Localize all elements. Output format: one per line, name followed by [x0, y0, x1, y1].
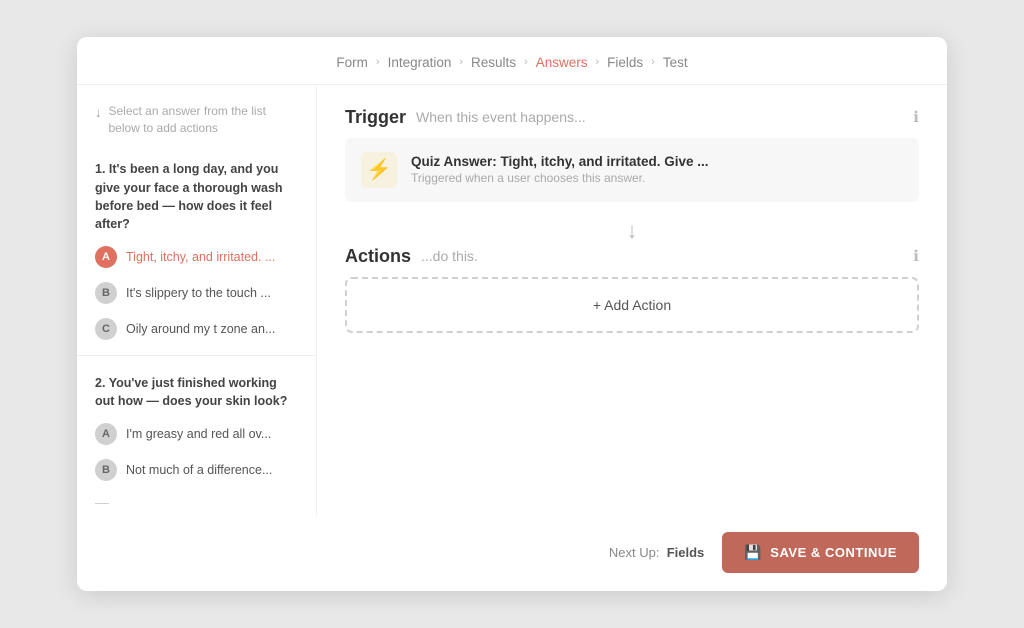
- nav-item-test[interactable]: Test: [663, 55, 688, 70]
- nav-chevron-1: ›: [376, 56, 380, 68]
- option-text-1c: Oily around my t zone an...: [126, 322, 275, 336]
- actions-header: Actions ...do this. ℹ: [345, 246, 919, 267]
- add-action-button[interactable]: + Add Action: [345, 277, 919, 333]
- sidebar-option-2a[interactable]: A I'm greasy and red all ov...: [77, 416, 316, 452]
- trigger-title: Trigger: [345, 107, 406, 128]
- add-action-label: + Add Action: [593, 297, 671, 313]
- sidebar-option-1a[interactable]: A Tight, itchy, and irritated. ...: [77, 239, 316, 275]
- sidebar-more-hint: —: [77, 488, 316, 516]
- option-text-1a: Tight, itchy, and irritated. ...: [126, 250, 275, 264]
- trigger-box: ⚡ Quiz Answer: Tight, itchy, and irritat…: [345, 138, 919, 202]
- save-continue-button[interactable]: 💾 SAVE & CONTINUE: [722, 532, 919, 573]
- option-badge-2a: A: [95, 423, 117, 445]
- sidebar-option-1b[interactable]: B It's slippery to the touch ...: [77, 275, 316, 311]
- bolt-icon: ⚡: [361, 152, 397, 188]
- footer-bar: Next Up: Fields 💾 SAVE & CONTINUE: [77, 516, 947, 591]
- actions-title: Actions: [345, 246, 411, 267]
- next-up-text: Next Up: Fields: [609, 545, 704, 560]
- actions-subtitle: ...do this.: [421, 248, 478, 264]
- arrow-down-icon: ↓: [95, 104, 102, 122]
- option-badge-2b: B: [95, 459, 117, 481]
- sidebar-question-1: 1. It's been a long day, and you give yo…: [77, 150, 316, 239]
- nav-chevron-5: ›: [651, 56, 655, 68]
- trigger-header: Trigger When this event happens... ℹ: [345, 107, 919, 128]
- trigger-box-title: Quiz Answer: Tight, itchy, and irritated…: [411, 154, 709, 169]
- sidebar-option-1c[interactable]: C Oily around my t zone an...: [77, 311, 316, 347]
- actions-info-icon[interactable]: ℹ: [913, 247, 919, 265]
- nav-chevron-4: ›: [595, 56, 599, 68]
- nav-label-form: Form: [336, 55, 368, 70]
- option-text-2a: I'm greasy and red all ov...: [126, 427, 271, 441]
- content-area: ↓ Select an answer from the list below t…: [77, 85, 947, 516]
- nav-item-results[interactable]: Results: [471, 55, 516, 70]
- nav-bar: Form › Integration › Results › Answers ›…: [77, 37, 947, 85]
- next-up-value: Fields: [667, 545, 705, 560]
- sidebar-header-text: Select an answer from the list below to …: [109, 103, 299, 137]
- floppy-icon: 💾: [744, 544, 762, 561]
- sidebar-option-2b[interactable]: B Not much of a difference...: [77, 452, 316, 488]
- nav-chevron-2: ›: [459, 56, 463, 68]
- trigger-info-icon[interactable]: ℹ: [913, 108, 919, 126]
- main-panel: Trigger When this event happens... ℹ ⚡ Q…: [317, 85, 947, 516]
- trigger-box-subtitle: Triggered when a user chooses this answe…: [411, 171, 709, 185]
- nav-label-answers: Answers: [536, 55, 588, 70]
- nav-item-form[interactable]: Form: [336, 55, 368, 70]
- nav-label-results: Results: [471, 55, 516, 70]
- save-button-label: SAVE & CONTINUE: [770, 545, 897, 560]
- nav-label-test: Test: [663, 55, 688, 70]
- option-badge-1b: B: [95, 282, 117, 304]
- nav-item-integration[interactable]: Integration: [388, 55, 452, 70]
- trigger-box-text: Quiz Answer: Tight, itchy, and irritated…: [411, 154, 709, 185]
- option-badge-1a: A: [95, 246, 117, 268]
- sidebar: ↓ Select an answer from the list below t…: [77, 85, 317, 516]
- nav-item-answers[interactable]: Answers: [536, 55, 588, 70]
- sidebar-header: ↓ Select an answer from the list below t…: [77, 103, 316, 151]
- down-arrow-icon: ↓: [345, 220, 919, 242]
- option-text-2b: Not much of a difference...: [126, 463, 272, 477]
- nav-label-integration: Integration: [388, 55, 452, 70]
- next-up-label: Next Up:: [609, 545, 660, 560]
- nav-item-fields[interactable]: Fields: [607, 55, 643, 70]
- nav-label-fields: Fields: [607, 55, 643, 70]
- sidebar-question-2: 2. You've just finished working out how …: [77, 364, 316, 416]
- trigger-subtitle: When this event happens...: [416, 109, 586, 125]
- main-card: Form › Integration › Results › Answers ›…: [77, 37, 947, 591]
- sidebar-divider: [77, 355, 316, 356]
- option-badge-1c: C: [95, 318, 117, 340]
- option-text-1b: It's slippery to the touch ...: [126, 286, 271, 300]
- nav-chevron-3: ›: [524, 56, 528, 68]
